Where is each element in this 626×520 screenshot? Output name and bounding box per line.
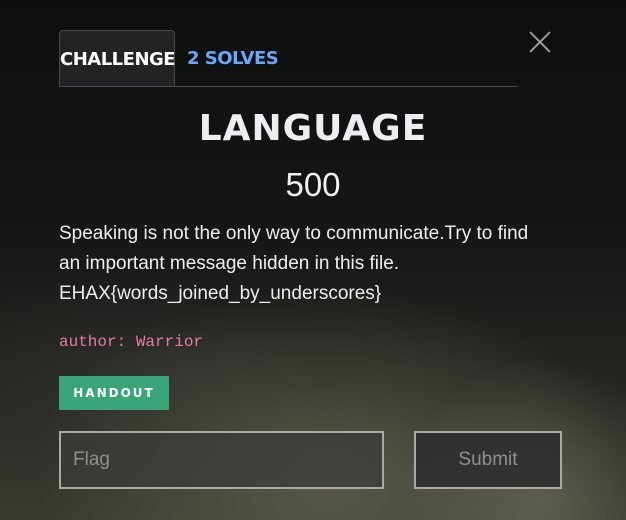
challenge-points: 500 (285, 166, 341, 203)
description-line: an important message hidden in this file… (59, 253, 400, 274)
close-icon[interactable] (526, 28, 554, 56)
challenge-author: author: Warrior (59, 333, 204, 351)
submit-button[interactable]: Submit (414, 431, 562, 489)
tab-challenge[interactable]: CHALLENGE (59, 30, 176, 86)
handout-button[interactable]: HANDOUT (59, 376, 169, 410)
description-line: Speaking is not the only way to communic… (59, 223, 529, 244)
modal-tabs: CHALLENGE 2 SOLVES (59, 30, 518, 87)
flag-input[interactable] (59, 431, 384, 489)
challenge-modal: CHALLENGE 2 SOLVES LANGUAGE 500 Speaking… (0, 0, 626, 520)
challenge-description: Speaking is not the only way to communic… (59, 219, 559, 309)
challenge-title: LANGUAGE (198, 108, 428, 149)
tab-solves[interactable]: 2 SOLVES (187, 30, 279, 86)
description-line: EHAX{words_joined_by_underscores} (59, 283, 382, 304)
